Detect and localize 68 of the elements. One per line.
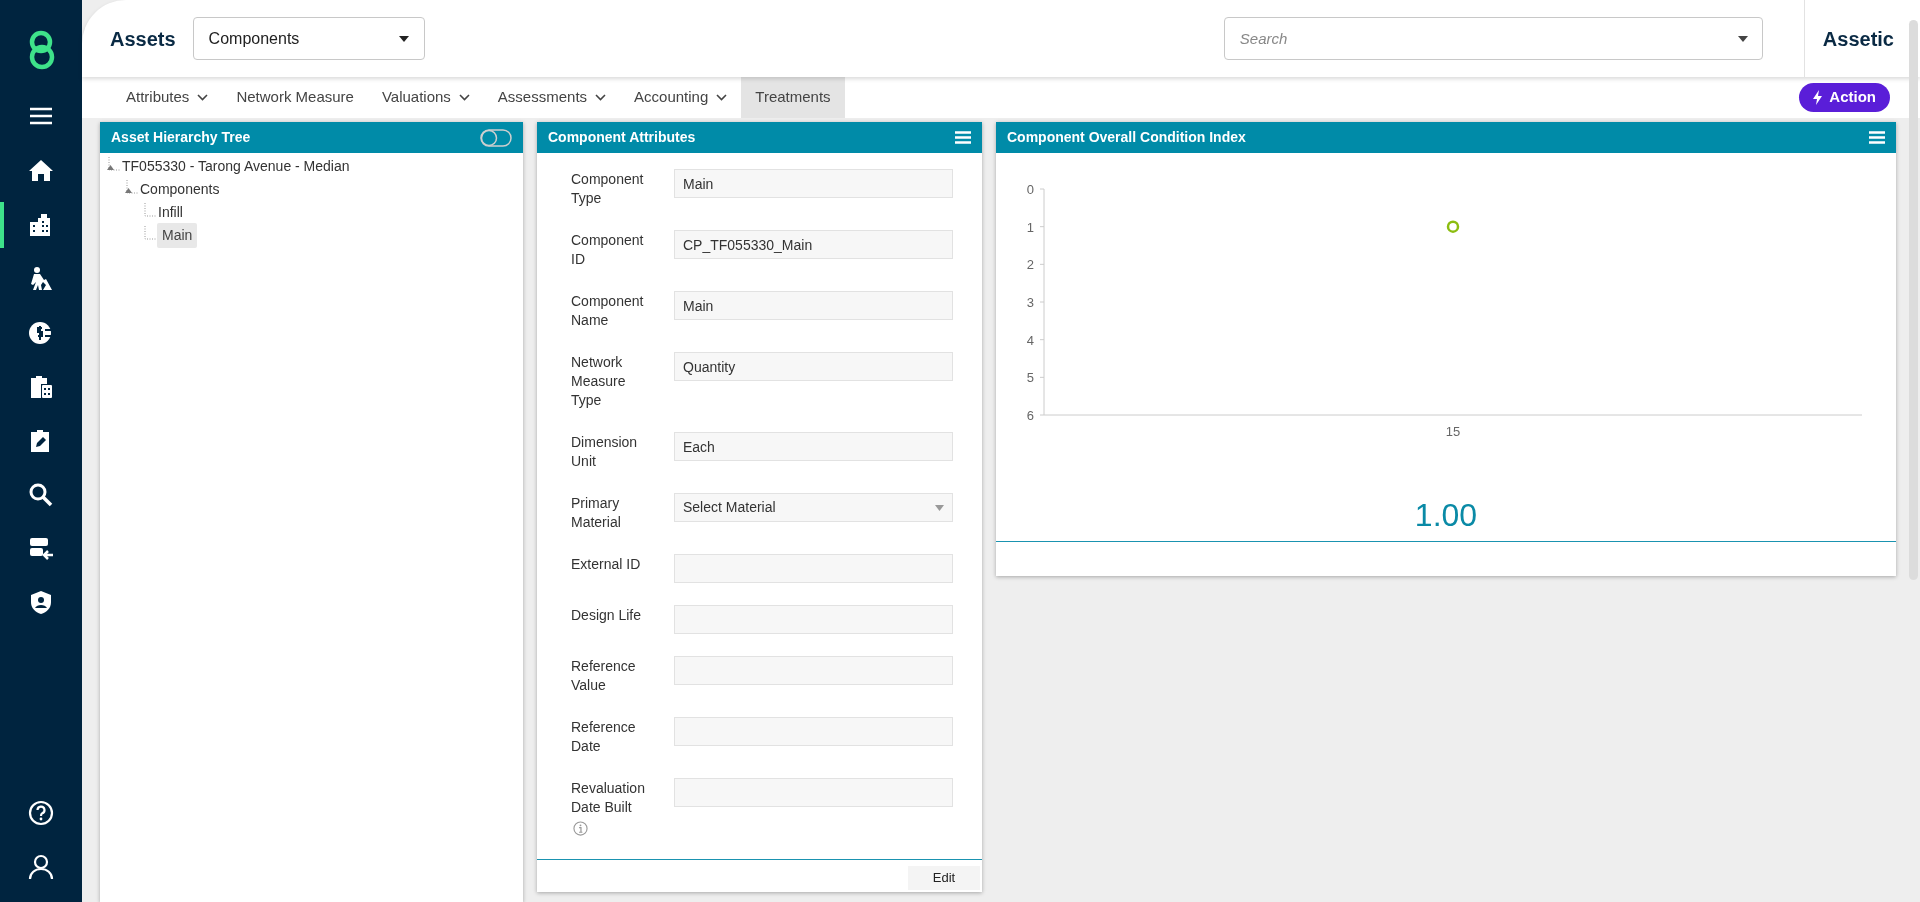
field-label: Component ID <box>571 231 645 269</box>
field-label: Dimension Unit <box>571 433 639 471</box>
y-tick-label: 0 <box>1026 182 1034 197</box>
field-label: Component Type <box>571 170 645 208</box>
tree-connector <box>143 225 157 240</box>
caret-icon <box>1737 36 1748 43</box>
panel-title: Asset Hierarchy Tree <box>111 128 251 147</box>
condition-value: 1.00 <box>1414 496 1478 535</box>
coin-icon[interactable] <box>28 320 54 346</box>
lightning-icon <box>1813 90 1823 106</box>
action-button[interactable]: Action <box>1799 83 1890 113</box>
y-tick-label: 3 <box>1026 295 1034 310</box>
input-field[interactable] <box>674 778 953 807</box>
tree-item[interactable]: Infill <box>157 202 184 223</box>
tree-item[interactable]: Main <box>157 223 198 248</box>
field-label: Reference Value <box>571 657 637 695</box>
info-icon[interactable] <box>573 821 588 836</box>
brand-name: Assetic <box>1822 26 1894 52</box>
nav-tab[interactable]: Network Measure <box>222 77 368 118</box>
search-icon[interactable] <box>28 482 54 508</box>
input-field[interactable] <box>674 605 953 634</box>
clipboard-calculator-icon[interactable] <box>28 374 54 400</box>
tree-connector <box>143 202 157 217</box>
help-icon[interactable] <box>28 800 54 826</box>
field-label: Component Name <box>571 292 645 330</box>
y-tick-label: 1 <box>1026 219 1034 235</box>
tree-item[interactable]: TF055330 - Tarong Avenue - Median <box>121 156 351 177</box>
nav-tab[interactable]: Valuations <box>367 77 484 118</box>
tree-item[interactable]: Components <box>139 179 221 200</box>
y-tick-label: 4 <box>1026 332 1034 348</box>
y-tick-label: 6 <box>1026 408 1034 423</box>
module-dropdown[interactable]: Components <box>192 17 425 61</box>
field-label: Network Measure Type <box>571 353 627 410</box>
field-label: External ID <box>571 555 642 574</box>
input-field[interactable]: CP_TF055330_Main <box>674 230 953 259</box>
caret-icon <box>398 35 409 42</box>
input-field[interactable] <box>674 554 953 583</box>
nav-tab[interactable]: Treatments <box>741 77 845 118</box>
nav-tab[interactable]: Assessments <box>483 77 621 118</box>
input-field[interactable]: Main <box>674 291 953 320</box>
field-label: Revaluation Date Built <box>571 779 646 817</box>
home-icon[interactable] <box>28 158 54 184</box>
nav-tab[interactable]: Accounting <box>620 77 742 118</box>
panel-title: Component Overall Condition Index <box>1007 128 1246 147</box>
input-field[interactable] <box>674 656 953 685</box>
toggle-switch[interactable] <box>480 128 512 147</box>
scrollbar[interactable] <box>1909 20 1918 580</box>
y-tick-label: 2 <box>1026 257 1034 273</box>
server-arrow-icon[interactable] <box>28 536 54 562</box>
field-label: Primary Material <box>571 494 622 532</box>
panel-title: Component Attributes <box>548 128 696 147</box>
input-field[interactable]: Quantity <box>674 352 953 381</box>
field-label: Design Life <box>571 606 643 625</box>
input-field[interactable] <box>674 717 953 746</box>
input-field[interactable]: Main <box>674 169 953 198</box>
search-field[interactable]: Search <box>1223 17 1763 61</box>
worker-icon[interactable] <box>28 266 54 292</box>
edit-button[interactable]: Edit <box>908 866 980 890</box>
x-tick-label: 15 <box>1445 424 1461 439</box>
page-title: Assets <box>110 26 176 52</box>
caret-icon <box>935 504 944 511</box>
field-label: Reference Date <box>571 718 637 756</box>
input-field[interactable]: Each <box>674 432 953 461</box>
user-icon[interactable] <box>28 854 54 880</box>
y-tick-label: 5 <box>1026 370 1034 386</box>
material-dropdown[interactable]: Select Material <box>674 493 953 522</box>
shield-icon[interactable] <box>28 590 54 616</box>
nav-tab[interactable]: Attributes <box>112 77 223 118</box>
